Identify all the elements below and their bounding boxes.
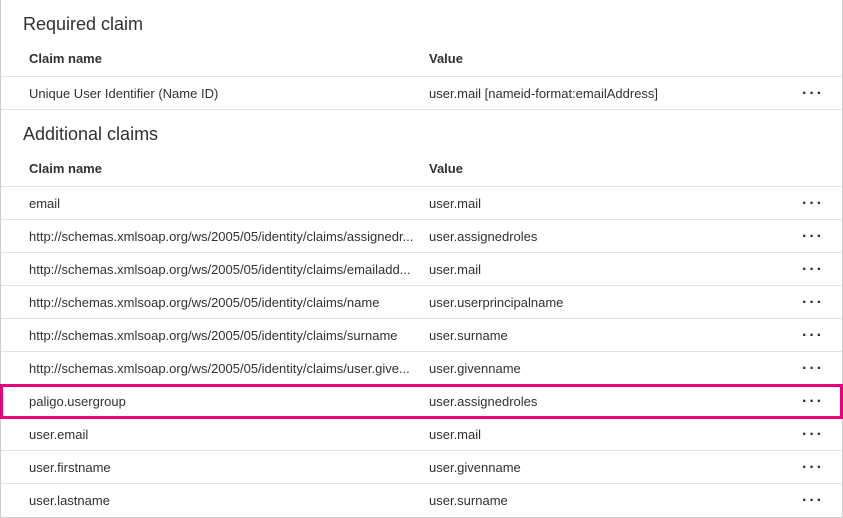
table-row[interactable]: http://schemas.xmlsoap.org/ws/2005/05/id…: [1, 352, 842, 385]
table-row[interactable]: user.firstnameuser.givenname ···: [1, 451, 842, 484]
table-row[interactable]: http://schemas.xmlsoap.org/ws/2005/05/id…: [1, 253, 842, 286]
more-actions-button[interactable]: ···: [802, 364, 824, 374]
table-row[interactable]: http://schemas.xmlsoap.org/ws/2005/05/id…: [1, 286, 842, 319]
row-actions: ···: [794, 394, 824, 409]
required-claim-header: Claim name Value: [1, 45, 842, 77]
more-actions-button[interactable]: ···: [802, 463, 824, 473]
additional-claims-title: Additional claims: [1, 110, 842, 155]
claim-value-cell: user.mail: [429, 196, 794, 211]
table-row[interactable]: emailuser.mail ···: [1, 187, 842, 220]
more-actions-button[interactable]: ···: [802, 199, 824, 209]
claim-value-cell: user.userprincipalname: [429, 295, 794, 310]
required-header-name: Claim name: [29, 51, 429, 66]
row-actions: ···: [794, 262, 824, 277]
table-row[interactable]: user.emailuser.mail ···: [1, 418, 842, 451]
claim-value-cell: user.mail: [429, 427, 794, 442]
additional-claims-header: Claim name Value: [1, 155, 842, 187]
required-header-value: Value: [429, 51, 842, 66]
more-actions-button[interactable]: ···: [802, 89, 824, 99]
additional-header-value: Value: [429, 161, 842, 176]
row-actions: ···: [794, 361, 824, 376]
claim-name-cell: http://schemas.xmlsoap.org/ws/2005/05/id…: [29, 361, 429, 376]
row-actions: ···: [794, 295, 824, 310]
more-actions-button[interactable]: ···: [802, 496, 824, 506]
row-actions: ···: [794, 229, 824, 244]
row-actions: ···: [794, 493, 824, 508]
claim-name-cell: user.firstname: [29, 460, 429, 475]
claim-name-cell: http://schemas.xmlsoap.org/ws/2005/05/id…: [29, 229, 429, 244]
claim-name-cell: paligo.usergroup: [29, 394, 429, 409]
more-actions-button[interactable]: ···: [802, 265, 824, 275]
claim-name-cell: email: [29, 196, 429, 211]
table-row[interactable]: Unique User Identifier (Name ID)user.mai…: [1, 77, 842, 110]
row-actions: ···: [794, 86, 824, 101]
table-row[interactable]: http://schemas.xmlsoap.org/ws/2005/05/id…: [1, 319, 842, 352]
claim-value-cell: user.givenname: [429, 361, 794, 376]
claim-name-cell: user.lastname: [29, 493, 429, 508]
claim-name-cell: http://schemas.xmlsoap.org/ws/2005/05/id…: [29, 262, 429, 277]
more-actions-button[interactable]: ···: [802, 430, 824, 440]
table-row[interactable]: http://schemas.xmlsoap.org/ws/2005/05/id…: [1, 220, 842, 253]
more-actions-button[interactable]: ···: [802, 232, 824, 242]
table-row[interactable]: paligo.usergroupuser.assignedroles ···: [1, 385, 842, 418]
table-row[interactable]: user.lastnameuser.surname ···: [1, 484, 842, 517]
claim-value-cell: user.givenname: [429, 460, 794, 475]
claim-name-cell: http://schemas.xmlsoap.org/ws/2005/05/id…: [29, 328, 429, 343]
claim-value-cell: user.mail [nameid-format:emailAddress]: [429, 86, 794, 101]
row-actions: ···: [794, 328, 824, 343]
row-actions: ···: [794, 460, 824, 475]
claim-name-cell: Unique User Identifier (Name ID): [29, 86, 429, 101]
row-actions: ···: [794, 196, 824, 211]
claim-value-cell: user.assignedroles: [429, 229, 794, 244]
additional-header-name: Claim name: [29, 161, 429, 176]
claim-value-cell: user.surname: [429, 493, 794, 508]
claim-name-cell: user.email: [29, 427, 429, 442]
claim-value-cell: user.mail: [429, 262, 794, 277]
claim-value-cell: user.assignedroles: [429, 394, 794, 409]
claim-value-cell: user.surname: [429, 328, 794, 343]
row-actions: ···: [794, 427, 824, 442]
more-actions-button[interactable]: ···: [802, 298, 824, 308]
required-claim-title: Required claim: [1, 0, 842, 45]
claim-name-cell: http://schemas.xmlsoap.org/ws/2005/05/id…: [29, 295, 429, 310]
more-actions-button[interactable]: ···: [802, 331, 824, 341]
more-actions-button[interactable]: ···: [802, 397, 824, 407]
